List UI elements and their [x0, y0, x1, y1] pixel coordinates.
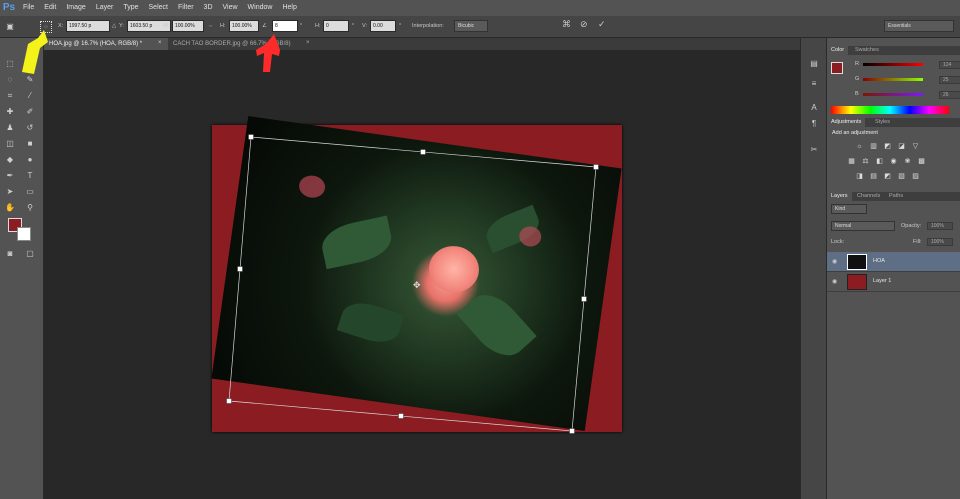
transform-handle[interactable]: [398, 413, 404, 419]
blue-value[interactable]: 26: [939, 91, 960, 99]
vibrance-icon[interactable]: ▽: [911, 142, 920, 151]
panel-fg-swatch[interactable]: [831, 62, 843, 74]
layer-thumbnail: [847, 254, 867, 270]
properties-icon[interactable]: ≡: [808, 78, 820, 90]
adjust-panel-tabs: Adjustments Styles: [827, 118, 960, 127]
tab-color[interactable]: Color: [827, 46, 849, 55]
adjust-title: Add an adjustment: [832, 130, 878, 136]
lock-label: Lock:: [831, 239, 845, 245]
transform-handle[interactable]: [593, 164, 599, 170]
invert-icon[interactable]: ◨: [855, 172, 864, 181]
selective-color-icon[interactable]: ▧: [897, 172, 906, 181]
balance-icon[interactable]: ⚖: [861, 157, 870, 166]
tab-styles[interactable]: Styles: [871, 118, 894, 127]
opacity-label: Opacity:: [901, 223, 922, 229]
r-label: R: [855, 61, 859, 67]
fill-value[interactable]: 100%: [927, 238, 953, 246]
red-annotation-arrow: [256, 34, 280, 72]
red-value[interactable]: 124: [939, 61, 960, 69]
exposure-icon[interactable]: ◪: [897, 142, 906, 151]
right-panels: Color Swatches R 124 G 25 B 26 Adjustmen…: [826, 38, 960, 499]
opacity-value[interactable]: 100%: [927, 222, 953, 230]
color-spectrum[interactable]: [831, 106, 949, 114]
transform-handle[interactable]: [581, 296, 587, 302]
tab-adjustments[interactable]: Adjustments: [827, 118, 866, 127]
brightness-icon[interactable]: ☼: [855, 142, 864, 151]
history-icon[interactable]: ▤: [808, 58, 820, 70]
layer-thumbnail: [847, 274, 867, 290]
levels-icon[interactable]: ▥: [869, 142, 878, 151]
red-slider[interactable]: [863, 63, 923, 66]
g-label: G: [855, 76, 860, 82]
transform-handle[interactable]: [237, 266, 243, 272]
curves-icon[interactable]: ◩: [883, 142, 892, 151]
bw-icon[interactable]: ◧: [875, 157, 884, 166]
layers-panel-tabs: Layers Channels Paths: [827, 192, 960, 201]
transform-handle[interactable]: [569, 428, 575, 434]
gradient-map-icon[interactable]: ▨: [911, 172, 920, 181]
panel-dock: ▤ ≡ A ¶ ✂: [800, 38, 826, 499]
lookup-icon[interactable]: ▩: [917, 157, 926, 166]
transform-handle[interactable]: [226, 398, 232, 404]
green-slider[interactable]: [863, 78, 923, 81]
tab-layers[interactable]: Layers: [827, 192, 852, 201]
hue-icon[interactable]: ▦: [847, 157, 856, 166]
photo-filter-icon[interactable]: ◉: [889, 157, 898, 166]
paragraph-icon[interactable]: ¶: [808, 118, 820, 130]
color-panel-tabs: Color Swatches: [827, 46, 960, 55]
blend-mode-select[interactable]: Normal: [831, 221, 895, 231]
tab-paths[interactable]: Paths: [885, 192, 907, 201]
b-label: B: [855, 91, 859, 97]
blue-slider[interactable]: [863, 93, 923, 96]
pivot-point-icon: ✥: [413, 281, 421, 291]
threshold-icon[interactable]: ◩: [883, 172, 892, 181]
layer-row-layer1[interactable]: ◉ Layer 1: [827, 272, 960, 292]
layer-name[interactable]: Layer 1: [873, 278, 891, 284]
transform-handle[interactable]: [248, 134, 254, 140]
transform-handle[interactable]: [420, 149, 426, 155]
green-value[interactable]: 25: [939, 76, 960, 84]
fill-label: Fill:: [913, 239, 922, 245]
filter-kind-select[interactable]: Kind: [831, 204, 867, 214]
tab-channels[interactable]: Channels: [853, 192, 884, 201]
mixer-icon[interactable]: ❀: [903, 157, 912, 166]
tab-swatches[interactable]: Swatches: [851, 46, 883, 55]
visibility-eye-icon[interactable]: ◉: [832, 258, 837, 265]
yellow-annotation-arrow: [22, 30, 48, 74]
layer-name[interactable]: HOA: [873, 258, 885, 264]
layer-row-hoa[interactable]: ◉ HOA: [827, 252, 960, 272]
visibility-eye-icon[interactable]: ◉: [832, 278, 837, 285]
tools-presets-icon[interactable]: ✂: [808, 144, 820, 156]
character-icon[interactable]: A: [808, 102, 820, 114]
posterize-icon[interactable]: ▤: [869, 172, 878, 181]
